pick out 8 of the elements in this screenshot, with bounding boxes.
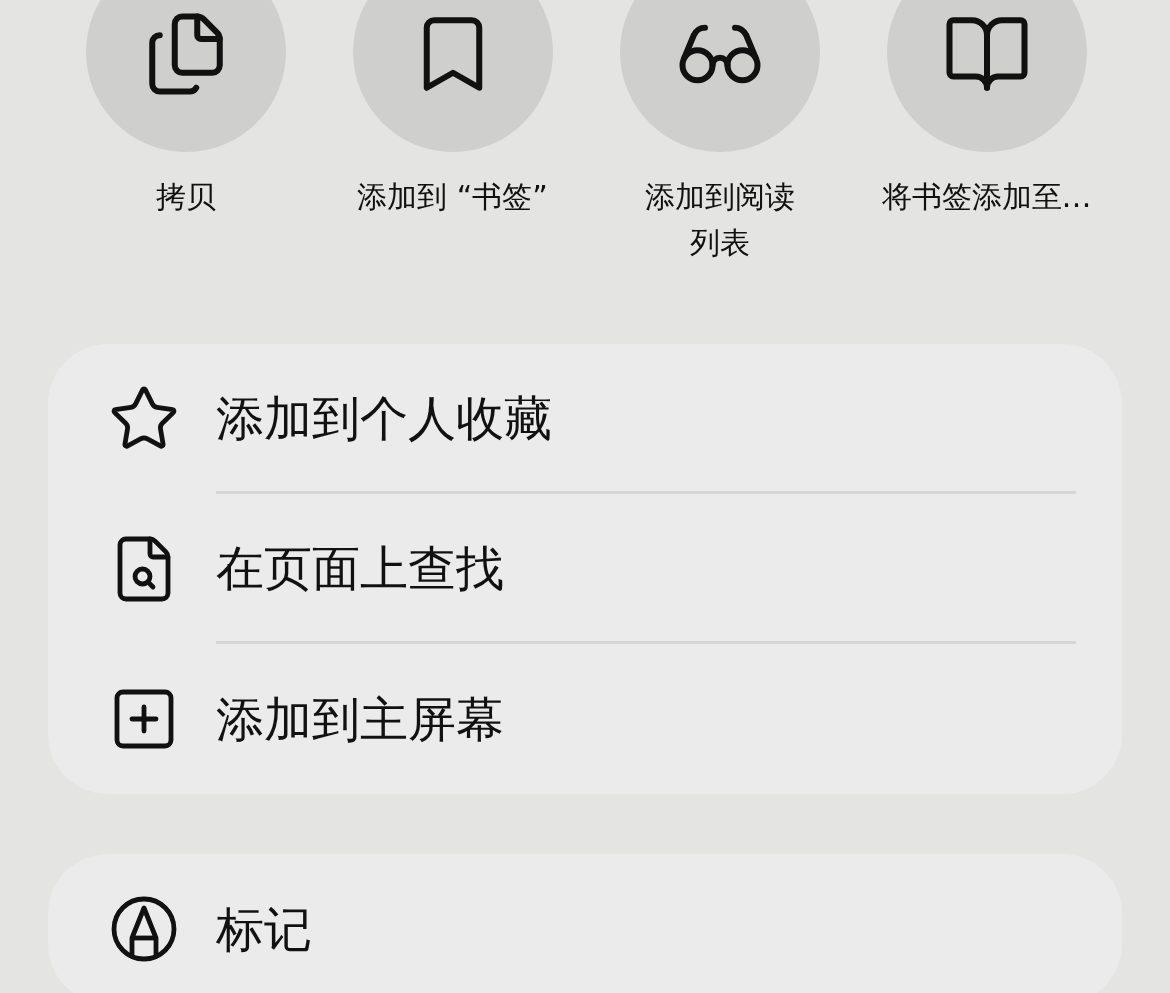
share-action-button[interactable]: 将书签添加至… (856, 0, 1117, 266)
share-action-button[interactable]: 拷贝 (55, 0, 316, 266)
menu-item[interactable]: 在页面上查找 (48, 494, 1122, 644)
share-action-button[interactable]: 添加到 “书签” (322, 0, 583, 266)
menu-item[interactable]: 标记 (48, 854, 1122, 993)
menu-item[interactable]: 添加到个人收藏 (48, 344, 1122, 494)
menu-item[interactable]: 添加到主屏幕 (48, 644, 1122, 794)
share-action-button[interactable]: 添加到阅读 列表 (589, 0, 850, 266)
